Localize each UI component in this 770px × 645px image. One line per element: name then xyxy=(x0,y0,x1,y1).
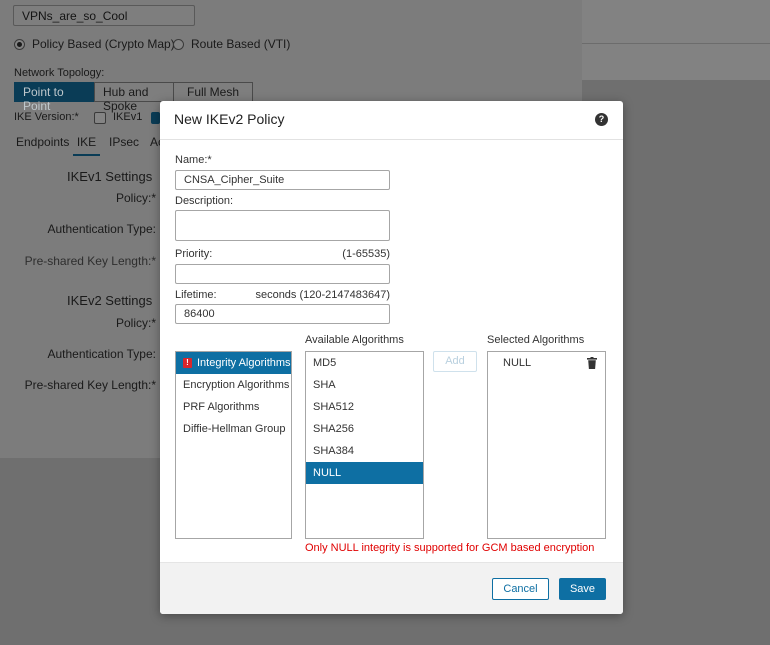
tab-endpoints[interactable]: Endpoints xyxy=(16,135,69,149)
ikev1-label: IKEv1 xyxy=(113,111,143,123)
category-dh-group[interactable]: Diffie-Hellman Group xyxy=(176,418,291,440)
category-prf[interactable]: PRF Algorithms xyxy=(176,396,291,418)
add-button[interactable]: Add xyxy=(433,351,477,372)
ike-version-label: IKE Version:* xyxy=(14,111,79,123)
available-sha[interactable]: SHA xyxy=(306,374,423,396)
selected-null-label: NULL xyxy=(503,357,532,369)
category-integrity[interactable]: ! Integrity Algorithms xyxy=(176,352,291,374)
lifetime-range-hint: seconds (120-2147483647) xyxy=(255,289,390,301)
background-header-strip xyxy=(582,0,770,80)
topology-name-input[interactable]: VPNs_are_so_Cool xyxy=(13,5,195,26)
selected-null: NULL xyxy=(488,352,605,374)
selected-algorithms-list: NULL xyxy=(487,351,606,539)
integrity-error-message: Only NULL integrity is supported for GCM… xyxy=(305,542,595,554)
description-label: Description: xyxy=(175,195,234,207)
priority-range-hint: (1-65535) xyxy=(342,248,390,260)
lifetime-input[interactable] xyxy=(175,304,390,324)
available-algorithms-title: Available Algorithms xyxy=(305,334,404,346)
ikev2-psk-length-label: Pre-shared Key Length:* xyxy=(24,378,156,392)
available-algorithms-list: MD5 SHA SHA512 SHA256 SHA384 NULL xyxy=(305,351,424,539)
available-null[interactable]: NULL xyxy=(306,462,423,484)
background-empty xyxy=(0,458,160,645)
topology-full-mesh[interactable]: Full Mesh xyxy=(173,82,253,102)
available-sha256[interactable]: SHA256 xyxy=(306,418,423,440)
cancel-button[interactable]: Cancel xyxy=(492,578,549,600)
priority-input[interactable] xyxy=(175,264,390,284)
trash-icon[interactable] xyxy=(587,357,597,369)
name-input[interactable] xyxy=(175,170,390,190)
category-encryption[interactable]: Encryption Algorithms xyxy=(176,374,291,396)
ikev2-checkbox[interactable] xyxy=(151,112,160,124)
tab-ike[interactable]: IKE xyxy=(73,135,100,156)
ikev1-auth-type-label: Authentication Type: xyxy=(47,222,156,236)
network-topology-label: Network Topology: xyxy=(14,67,105,79)
priority-label: Priority: xyxy=(175,248,213,260)
save-button[interactable]: Save xyxy=(559,578,606,600)
category-integrity-label: Integrity Algorithms xyxy=(197,357,291,369)
available-sha384[interactable]: SHA384 xyxy=(306,440,423,462)
available-md5[interactable]: MD5 xyxy=(306,352,423,374)
topology-hub-and-spoke[interactable]: Hub and Spoke xyxy=(94,82,174,113)
ikev1-psk-length-label: Pre-shared Key Length:* xyxy=(24,254,156,268)
ikev1-settings-heading: IKEv1 Settings xyxy=(67,169,153,184)
background-divider xyxy=(582,43,770,44)
help-icon[interactable]: ? xyxy=(595,113,608,126)
error-icon: ! xyxy=(183,358,192,368)
dialog-header: New IKEv2 Policy ? xyxy=(160,101,623,140)
policy-based-radio[interactable] xyxy=(14,39,25,50)
ikev2-policy-label: Policy:* xyxy=(115,316,156,330)
ikev1-policy-label: Policy:* xyxy=(115,191,156,205)
background-panel-lower xyxy=(0,410,160,458)
policy-based-label: Policy Based (Crypto Map) xyxy=(32,37,175,51)
description-input[interactable] xyxy=(175,210,390,241)
route-based-label: Route Based (VTI) xyxy=(191,37,291,51)
dialog-footer: Cancel Save xyxy=(160,562,623,614)
name-label: Name:* xyxy=(175,154,212,166)
route-based-radio[interactable] xyxy=(173,39,184,50)
new-ikev2-policy-dialog: New IKEv2 Policy ? Name:* Description: P… xyxy=(160,101,623,614)
algorithm-category-list: ! Integrity Algorithms Encryption Algorit… xyxy=(175,351,292,539)
ikev1-checkbox[interactable] xyxy=(94,112,106,124)
tab-ipsec[interactable]: IPsec xyxy=(109,135,139,149)
ikev2-auth-type-label: Authentication Type: xyxy=(47,347,156,361)
topology-point-to-point[interactable]: Point to Point xyxy=(14,82,95,113)
tab-advanced[interactable]: Ac xyxy=(150,135,160,149)
lifetime-label: Lifetime: xyxy=(175,289,217,301)
available-sha512[interactable]: SHA512 xyxy=(306,396,423,418)
selected-algorithms-title: Selected Algorithms xyxy=(487,334,585,346)
dialog-title: New IKEv2 Policy xyxy=(174,111,285,127)
ikev2-settings-heading: IKEv2 Settings xyxy=(67,293,153,308)
